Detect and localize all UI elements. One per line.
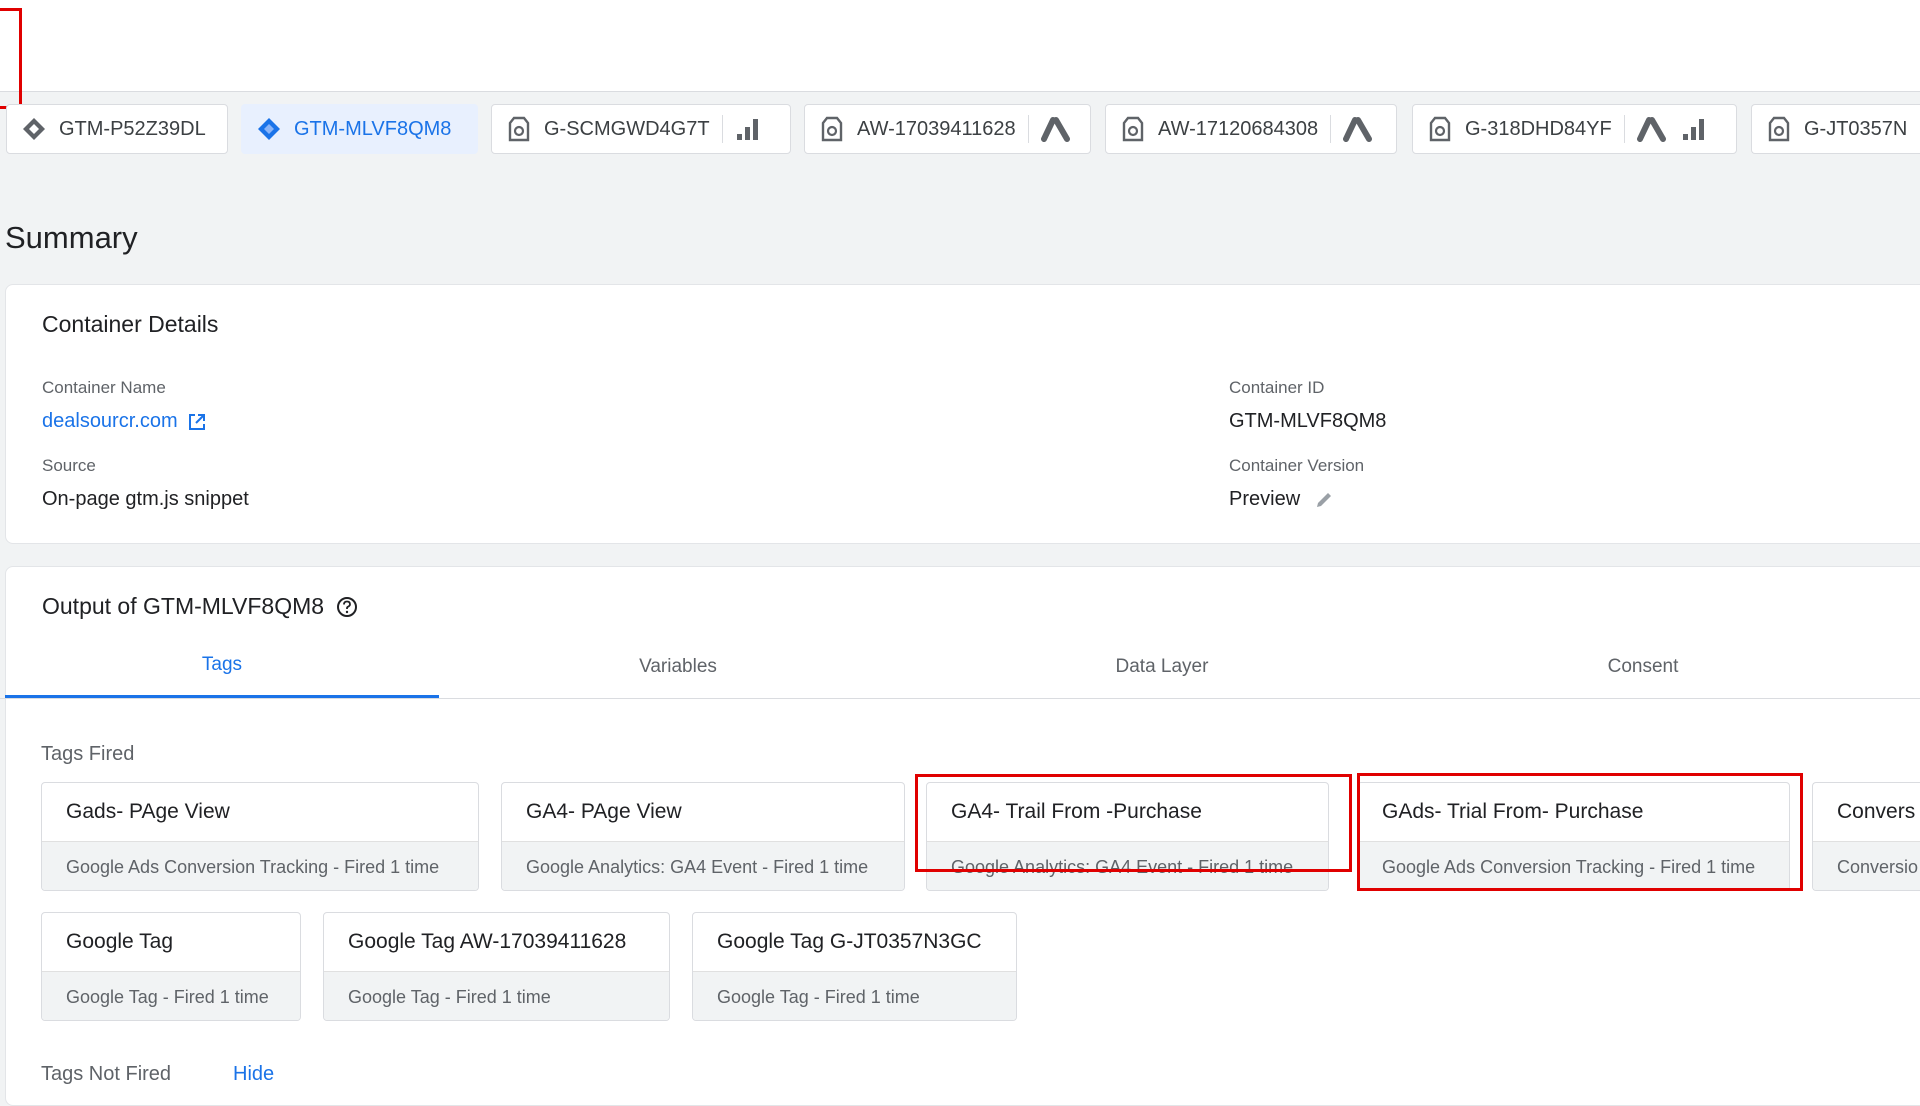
tag-status: Google Ads Conversion Tracking - Fired 1…: [42, 842, 478, 890]
google-tag-icon: [819, 116, 845, 142]
container-id-value: GTM-MLVF8QM8: [1229, 410, 1387, 432]
tag-name: Convers: [1813, 783, 1920, 842]
container-chip-label: GTM-P52Z39DL: [59, 117, 206, 140]
hide-link[interactable]: Hide: [233, 1063, 274, 1086]
tag-name: Google Tag AW-17039411628: [324, 913, 669, 972]
tag-card[interactable]: Google Tag Google Tag - Fired 1 time: [41, 912, 301, 1021]
open-in-new-icon: [187, 412, 207, 432]
container-chip-gtm-mlvf8qm8[interactable]: GTM-MLVF8QM8: [241, 104, 478, 154]
output-title: Output of GTM-MLVF8QM8: [42, 593, 325, 619]
tag-status: Google Analytics: GA4 Event - Fired 1 ti…: [927, 842, 1328, 890]
tag-status: Google Tag - Fired 1 time: [324, 972, 669, 1020]
output-title-row: Output of GTM-MLVF8QM8: [42, 593, 358, 620]
google-tag-icon: [1120, 116, 1146, 142]
container-chip-label: G-JT0357N: [1804, 117, 1908, 140]
container-chip-g-318dhd84yf[interactable]: G-318DHD84YF: [1412, 104, 1737, 154]
container-name-link[interactable]: dealsourcr.com: [42, 410, 207, 433]
tag-status: Conversio: [1813, 842, 1920, 890]
container-chip-gtm-p52z39dl[interactable]: GTM-P52Z39DL: [6, 104, 228, 154]
tag-card[interactable]: GA4- PAge View Google Analytics: GA4 Eve…: [501, 782, 905, 891]
chip-divider: [1027, 115, 1029, 143]
tag-status: Google Tag - Fired 1 time: [693, 972, 1016, 1020]
tag-name: GA4- PAge View: [502, 783, 904, 842]
tag-name: Google Tag G-JT0357N3GC: [693, 913, 1016, 972]
tag-status: Google Tag - Fired 1 time: [42, 972, 300, 1020]
container-chip-bar: GTM-P52Z39DL GTM-MLVF8QM8 G-SCMGWD4G7T A…: [0, 104, 1920, 156]
tag-status: Google Analytics: GA4 Event - Fired 1 ti…: [502, 842, 904, 890]
container-chip-label: G-318DHD84YF: [1465, 117, 1612, 140]
google-tag-icon: [1766, 116, 1792, 142]
container-chip-label: G-SCMGWD4G7T: [544, 117, 710, 140]
container-details-title: Container Details: [42, 311, 219, 337]
tab-variables[interactable]: Variables: [461, 635, 895, 698]
top-header-area: [0, 0, 1920, 92]
tag-card[interactable]: GAds- Trial From- Purchase Google Ads Co…: [1357, 782, 1790, 891]
google-ads-icon: [1040, 116, 1071, 142]
google-ads-icon: [1343, 116, 1373, 142]
container-id-label: Container ID: [1229, 378, 1325, 397]
container-chip-aw-17039411628[interactable]: AW-17039411628: [804, 104, 1091, 154]
chip-divider: [1623, 115, 1625, 143]
container-chip-g-jt0357n[interactable]: G-JT0357N: [1751, 104, 1920, 154]
container-chip-label: AW-17120684308: [1158, 117, 1319, 140]
container-version-value: Preview: [1229, 488, 1301, 510]
google-ads-icon: [1636, 116, 1667, 142]
chip-divider: [1330, 115, 1332, 143]
tag-card[interactable]: Google Tag AW-17039411628 Google Tag - F…: [323, 912, 670, 1021]
tab-data-layer[interactable]: Data Layer: [945, 635, 1379, 698]
tag-name: Gads- PAge View: [42, 783, 478, 842]
container-details-card: Container Details Container Name dealsou…: [5, 284, 1920, 544]
container-version-row: Preview: [1229, 488, 1334, 511]
source-value: On-page gtm.js snippet: [42, 488, 249, 510]
container-chip-aw-17120684308[interactable]: AW-17120684308: [1105, 104, 1397, 154]
edit-pencil-icon[interactable]: [1314, 490, 1334, 510]
analytics-bars-icon: [1681, 116, 1707, 142]
help-icon[interactable]: [336, 596, 358, 618]
container-name-label: Container Name: [42, 378, 166, 397]
chip-divider: [721, 115, 723, 143]
analytics-bars-icon: [735, 116, 761, 142]
tag-card[interactable]: Convers Conversio: [1812, 782, 1920, 891]
tag-card[interactable]: Google Tag G-JT0357N3GC Google Tag - Fir…: [692, 912, 1017, 1021]
gtm-diamond-icon: [256, 116, 282, 142]
tags-fired-label: Tags Fired: [41, 743, 135, 765]
tab-consent[interactable]: Consent: [1426, 635, 1860, 698]
tag-name: GA4- Trail From -Purchase: [927, 783, 1328, 842]
google-tag-icon: [506, 116, 532, 142]
gtm-diamond-icon: [21, 116, 47, 142]
source-label: Source: [42, 456, 96, 475]
container-chip-label: AW-17039411628: [857, 117, 1016, 140]
container-version-label: Container Version: [1229, 456, 1365, 475]
container-chip-g-scmgwd4g7t[interactable]: G-SCMGWD4G7T: [491, 104, 791, 154]
tags-not-fired-label: Tags Not Fired: [41, 1063, 172, 1085]
google-tag-icon: [1427, 116, 1453, 142]
tag-name: Google Tag: [42, 913, 300, 972]
tag-card[interactable]: GA4- Trail From -Purchase Google Analyti…: [926, 782, 1329, 891]
container-name-value: dealsourcr.com: [42, 410, 178, 432]
page-title: Summary: [5, 220, 138, 255]
tag-name: GAds- Trial From- Purchase: [1358, 783, 1789, 842]
tag-status: Google Ads Conversion Tracking - Fired 1…: [1358, 842, 1789, 890]
container-chip-label: GTM-MLVF8QM8: [294, 117, 452, 140]
tab-tags[interactable]: Tags: [5, 635, 439, 698]
tag-card[interactable]: Gads- PAge View Google Ads Conversion Tr…: [41, 782, 479, 891]
output-tabs: Tags Variables Data Layer Consent: [0, 635, 1920, 699]
